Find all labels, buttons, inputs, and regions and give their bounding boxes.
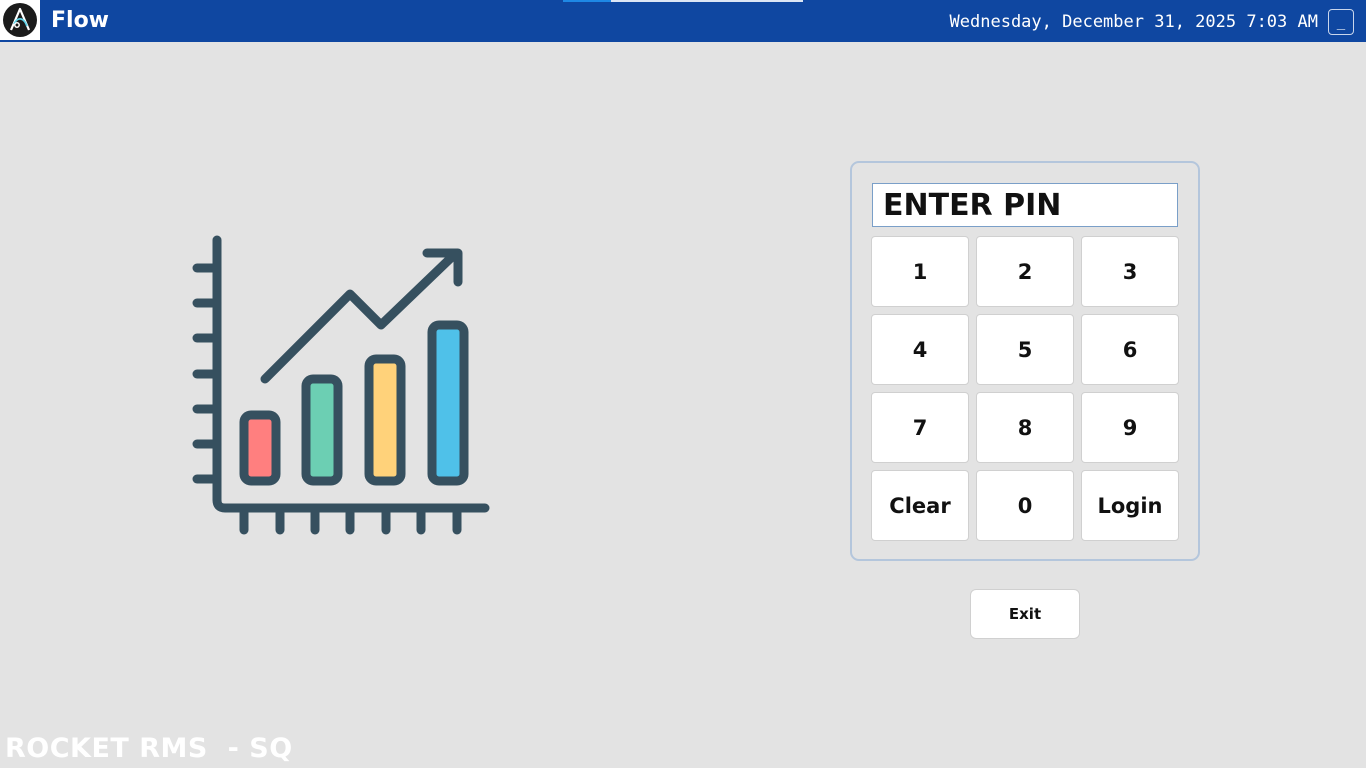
key-3-button[interactable]: 3: [1081, 236, 1179, 307]
key-7-button[interactable]: 7: [871, 392, 969, 463]
key-2-button[interactable]: 2: [976, 236, 1074, 307]
title-bar: Flow Wednesday, December 31, 2025 7:03 A…: [0, 0, 1366, 42]
key-5-button[interactable]: 5: [976, 314, 1074, 385]
growth-chart-icon: [190, 230, 495, 544]
key-6-button[interactable]: 6: [1081, 314, 1179, 385]
login-button[interactable]: Login: [1081, 470, 1179, 541]
pin-login-panel: 1 2 3 4 5 6 7 8 9 Clear 0 Login: [850, 161, 1200, 561]
current-datetime: Wednesday, December 31, 2025 7:03 AM: [949, 12, 1318, 32]
key-0-button[interactable]: 0: [976, 470, 1074, 541]
key-4-button[interactable]: 4: [871, 314, 969, 385]
key-8-button[interactable]: 8: [976, 392, 1074, 463]
exit-button[interactable]: Exit: [970, 589, 1080, 639]
minimize-button[interactable]: _: [1328, 9, 1354, 35]
key-1-button[interactable]: 1: [871, 236, 969, 307]
clear-button[interactable]: Clear: [871, 470, 969, 541]
flow-logo-icon: [0, 0, 40, 40]
app-title: Flow: [51, 8, 110, 33]
pin-keypad: 1 2 3 4 5 6 7 8 9 Clear 0 Login: [871, 236, 1179, 541]
station-label: ROCKET RMS - SQ: [5, 733, 293, 764]
loading-progress-bar: [563, 0, 803, 2]
pin-input[interactable]: [872, 183, 1178, 227]
key-9-button[interactable]: 9: [1081, 392, 1179, 463]
